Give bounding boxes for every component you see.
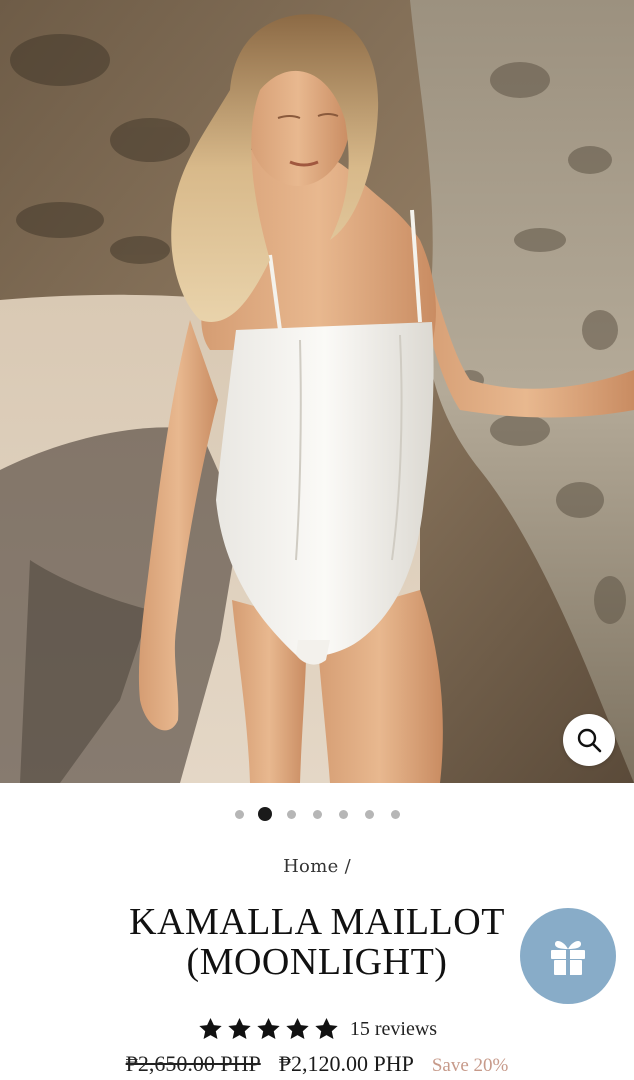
- gallery-dot[interactable]: [338, 809, 348, 819]
- star-icon: [257, 1017, 280, 1039]
- save-badge: Save 20%: [431, 1055, 509, 1076]
- zoom-button[interactable]: [563, 714, 615, 766]
- product-image[interactable]: [0, 0, 634, 783]
- product-rating[interactable]: 15 reviews: [0, 1016, 634, 1042]
- gallery-pagination: [0, 806, 634, 822]
- star-icon: [315, 1017, 338, 1039]
- gallery-dot[interactable]: [390, 809, 400, 819]
- breadcrumb: Home /: [0, 856, 634, 877]
- product-photo: [0, 0, 634, 783]
- gift-icon: [551, 941, 585, 975]
- gallery-dot[interactable]: [364, 809, 374, 819]
- star-rating: [197, 1016, 340, 1042]
- star-icon: [199, 1017, 222, 1039]
- sale-price: ₱2,120.00 PHP: [278, 1051, 414, 1076]
- breadcrumb-separator: /: [344, 856, 351, 877]
- search-icon: [577, 728, 602, 753]
- gallery-dot[interactable]: [312, 809, 322, 819]
- review-count-link[interactable]: 15 reviews: [350, 1018, 437, 1041]
- gallery-dot[interactable]: [286, 809, 296, 819]
- product-page: Home / KAMALLA MAILLOT (MOONLIGHT) 15 re…: [0, 0, 634, 1080]
- breadcrumb-home-link[interactable]: Home: [283, 856, 338, 877]
- price-row: ₱2,650.00 PHP ₱2,120.00 PHP Save 20%: [0, 1051, 634, 1077]
- star-icon: [286, 1017, 309, 1039]
- gallery-dot[interactable]: [234, 809, 244, 819]
- compare-at-price: ₱2,650.00 PHP: [125, 1051, 261, 1076]
- gift-rewards-button[interactable]: [520, 908, 616, 1004]
- gallery-dot-active[interactable]: [258, 807, 272, 821]
- star-icon: [228, 1017, 251, 1039]
